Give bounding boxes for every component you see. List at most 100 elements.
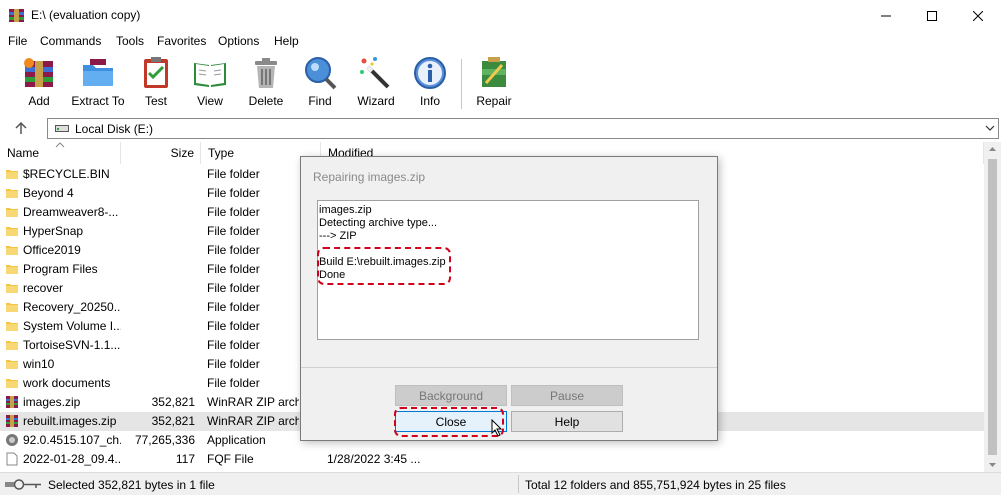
clipboard-check-icon (144, 57, 168, 88)
file-name-cell: win10 (23, 357, 55, 371)
file-row-icon (5, 395, 19, 409)
find-button[interactable]: Find (301, 55, 339, 113)
delete-button[interactable]: Delete (246, 55, 286, 113)
window-title: E:\ (evaluation copy) (31, 8, 141, 22)
folder-icon (6, 303, 18, 312)
folder-icon (6, 189, 18, 198)
file-type-cell: File folder (207, 338, 260, 352)
address-bar: Local Disk (E:) (0, 117, 1001, 141)
up-arrow-icon[interactable] (14, 121, 28, 135)
repair-label: Repair (476, 94, 512, 108)
file-row-icon (5, 186, 19, 200)
winrar-app-icon (9, 9, 24, 22)
scroll-up-icon[interactable] (988, 146, 997, 152)
file-size-cell: 352,821 (151, 395, 195, 409)
file-type-cell: File folder (207, 262, 260, 276)
menu-commands[interactable]: Commands (40, 34, 101, 48)
file-name-cell: HyperSnap (23, 224, 84, 238)
file-name-cell: Office2019 (23, 243, 81, 257)
close-icon (973, 10, 983, 21)
menu-bar: File Commands Tools Favorites Options He… (0, 31, 1001, 51)
status-bar: Selected 352,821 bytes in 1 file Total 1… (0, 472, 1001, 495)
application-icon (6, 434, 18, 446)
file-row-icon (5, 281, 19, 295)
file-type-cell: Application (207, 433, 266, 447)
file-name-cell: Program Files (23, 262, 98, 276)
file-row-icon (5, 243, 19, 257)
winrar-archive-icon (6, 396, 18, 408)
file-type-cell: File folder (207, 300, 260, 314)
log-line: Detecting archive type... (319, 217, 438, 229)
column-header-size[interactable]: Size (121, 142, 201, 164)
dialog-title: Repairing images.zip (313, 170, 426, 184)
folder-icon (6, 341, 18, 350)
menu-file[interactable]: File (8, 34, 27, 48)
file-size-cell: 352,821 (151, 414, 195, 428)
test-button[interactable]: Test (137, 55, 175, 113)
file-type-cell: File folder (207, 167, 260, 181)
close-window-button[interactable] (955, 0, 1001, 31)
menu-options[interactable]: Options (218, 34, 259, 48)
delete-label: Delete (248, 94, 284, 108)
maximize-button[interactable] (909, 0, 955, 31)
trash-can-icon (255, 58, 277, 88)
folder-icon (6, 246, 18, 255)
file-name-cell: recover (23, 281, 64, 295)
scroll-down-icon[interactable] (988, 462, 997, 468)
file-row-icon (5, 338, 19, 352)
file-name-cell: Dreamweaver8-... (23, 205, 119, 219)
view-label: View (197, 94, 223, 108)
pause-button[interactable]: Pause (511, 385, 623, 406)
file-type-cell: WinRAR ZIP archi (207, 414, 299, 428)
file-row[interactable]: 2022-01-28_09.4... 117 FQF File 1/28/2022 3… (0, 450, 984, 469)
menu-favorites[interactable]: Favorites (157, 34, 206, 48)
file-row-icon (5, 300, 19, 314)
file-row-icon (5, 433, 19, 447)
file-size-cell: 77,265,336 (134, 433, 195, 447)
magnifier-icon (305, 57, 337, 90)
file-type-cell: File folder (207, 281, 260, 295)
file-size-cell: 117 (175, 452, 195, 466)
file-type-cell: FQF File (207, 452, 254, 466)
log-line: images.zip (319, 204, 372, 216)
folder-icon (6, 322, 18, 331)
info-button[interactable]: Info (413, 55, 447, 113)
file-row-icon (5, 452, 19, 466)
minimize-icon (881, 15, 891, 16)
file-type-cell: File folder (207, 357, 260, 371)
file-row-icon (5, 167, 19, 181)
add-button[interactable]: Add (20, 55, 58, 113)
drive-icon (55, 125, 69, 132)
menu-help[interactable]: Help (274, 34, 299, 48)
folder-icon (6, 227, 18, 236)
winrar-archive-icon (6, 415, 18, 427)
folder-icon (6, 170, 18, 179)
dialog-divider (301, 367, 717, 368)
highlight-close-button (394, 407, 504, 437)
status-divider (518, 475, 519, 493)
repair-button[interactable]: Repair (474, 55, 514, 113)
scrollbar-thumb[interactable] (988, 159, 997, 455)
winrar-add-icon (24, 58, 53, 87)
folder-icon (6, 284, 18, 293)
wizard-button[interactable]: Wizard (356, 55, 396, 113)
background-button[interactable]: Background (395, 385, 507, 406)
sort-up-icon (55, 142, 65, 148)
extract-to-button[interactable]: Extract To (70, 55, 126, 113)
book-icon (194, 63, 226, 87)
file-type-cell: File folder (207, 243, 260, 257)
minimize-button[interactable] (863, 0, 909, 31)
menu-tools[interactable]: Tools (116, 34, 144, 48)
address-combobox[interactable]: Local Disk (E:) (47, 118, 999, 139)
view-button[interactable]: View (190, 55, 230, 113)
wizard-label: Wizard (357, 94, 395, 108)
file-name-cell: Beyond 4 (23, 186, 74, 200)
magic-wand-icon (360, 57, 390, 89)
help-button[interactable]: Help (511, 411, 623, 432)
file-type-cell: File folder (207, 186, 260, 200)
file-type-cell: File folder (207, 376, 260, 390)
file-name-cell: $RECYCLE.BIN (23, 167, 110, 181)
vertical-scrollbar[interactable] (984, 142, 1001, 472)
extract-to-label: Extract To (71, 94, 125, 108)
file-name-cell: work documents (23, 376, 111, 390)
